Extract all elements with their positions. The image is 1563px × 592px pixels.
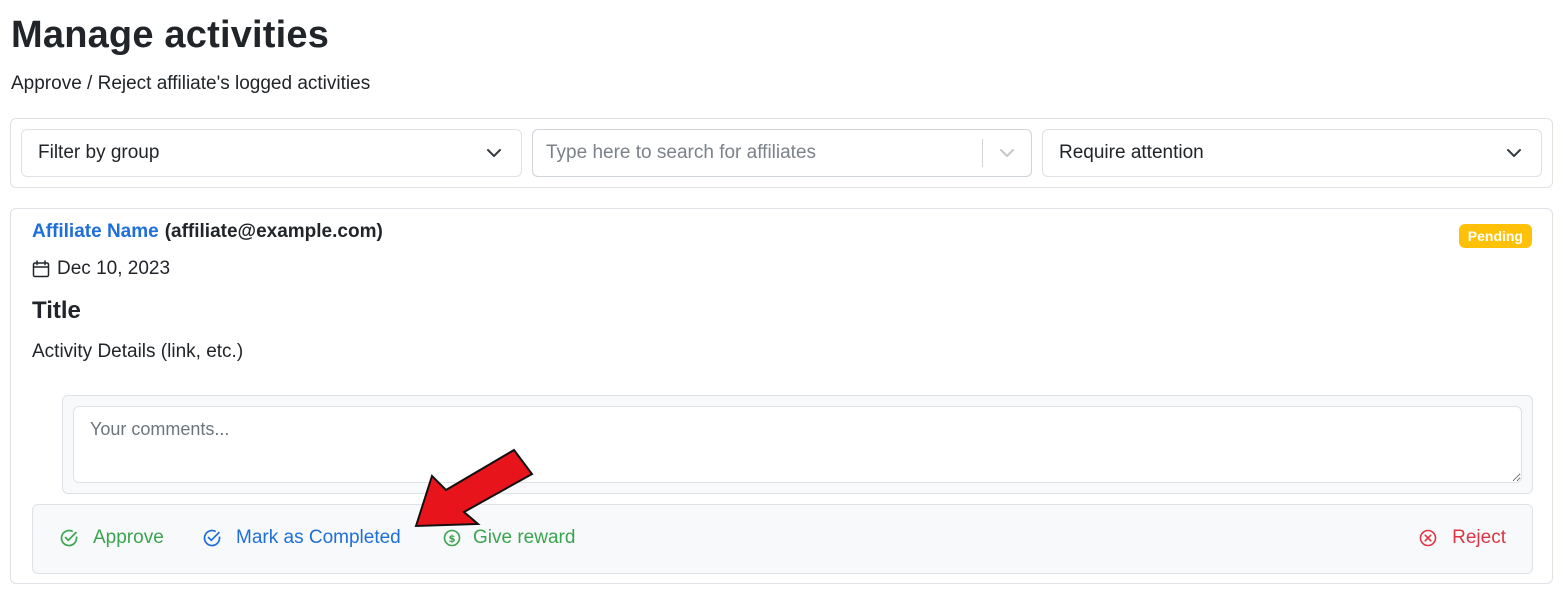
activity-details: Activity Details (link, etc.) bbox=[32, 341, 244, 362]
approve-button[interactable]: Approve bbox=[59, 527, 164, 549]
affiliate-search-select[interactable] bbox=[532, 129, 1032, 177]
check-circle-icon bbox=[202, 528, 222, 548]
mark-completed-label: Mark as Completed bbox=[236, 527, 401, 548]
affiliate-line: Affiliate Name (affiliate@example.com) bbox=[32, 221, 383, 243]
action-bar: Approve Mark as Completed $ Give reward … bbox=[32, 504, 1533, 574]
chevron-down-icon bbox=[1503, 142, 1525, 164]
svg-text:$: $ bbox=[449, 534, 456, 545]
group-filter-select[interactable]: Filter by group bbox=[21, 129, 522, 177]
comment-textarea[interactable] bbox=[73, 406, 1522, 483]
approve-label: Approve bbox=[93, 527, 164, 548]
manage-activities-page: Manage activities Approve / Reject affil… bbox=[0, 0, 1563, 592]
page-title: Manage activities bbox=[11, 14, 330, 56]
check-circle-icon bbox=[59, 528, 79, 548]
calendar-icon bbox=[32, 260, 50, 278]
activity-date: Dec 10, 2023 bbox=[32, 258, 170, 280]
x-circle-icon bbox=[1418, 528, 1438, 548]
reject-button[interactable]: Reject bbox=[1418, 527, 1506, 549]
affiliate-search-input[interactable] bbox=[533, 130, 982, 176]
mark-completed-button[interactable]: Mark as Completed bbox=[202, 527, 401, 549]
activity-date-text: Dec 10, 2023 bbox=[57, 258, 171, 279]
reject-label: Reject bbox=[1452, 527, 1506, 548]
comment-box bbox=[62, 395, 1533, 494]
affiliate-name-link[interactable]: Affiliate Name bbox=[32, 221, 159, 243]
chevron-down-icon bbox=[483, 142, 505, 164]
search-separator bbox=[982, 139, 983, 167]
status-filter-label: Require attention bbox=[1059, 142, 1204, 163]
page-subtitle: Approve / Reject affiliate's logged acti… bbox=[11, 73, 371, 94]
filter-bar: Filter by group Require attention bbox=[10, 118, 1553, 188]
status-filter-select[interactable]: Require attention bbox=[1042, 129, 1542, 177]
group-filter-label: Filter by group bbox=[38, 142, 160, 163]
affiliate-email: (affiliate@example.com) bbox=[164, 221, 383, 242]
status-badge: Pending bbox=[1458, 224, 1532, 248]
chevron-down-icon[interactable] bbox=[996, 142, 1018, 164]
annotation-arrow-icon bbox=[414, 448, 534, 528]
activity-title: Title bbox=[32, 297, 81, 324]
activity-card: Affiliate Name (affiliate@example.com) P… bbox=[10, 208, 1553, 584]
